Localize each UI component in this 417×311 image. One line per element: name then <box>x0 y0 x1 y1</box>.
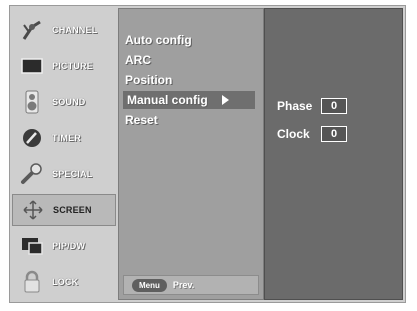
menu-item-position[interactable]: Position <box>125 71 172 89</box>
sidebar-item-label: SOUND <box>52 97 86 107</box>
phase-label: Phase <box>277 99 313 113</box>
menu-footer: Menu Prev. <box>123 275 259 295</box>
sidebar-item-special[interactable]: SPECIAL <box>12 158 116 190</box>
sidebar-item-lock[interactable]: LOCK <box>12 266 116 298</box>
screen-menu-panel: Auto config ARC Position Manual config R… <box>118 8 264 300</box>
sidebar-item-screen[interactable]: SCREEN <box>12 194 116 226</box>
menu-button[interactable]: Menu <box>132 278 167 292</box>
manual-config-panel: Phase 0 Clock 0 <box>264 8 403 300</box>
menu-item-manual-config[interactable]: Manual config <box>123 91 255 109</box>
menu-item-auto-config[interactable]: Auto config <box>125 31 192 49</box>
phase-value[interactable]: 0 <box>321 98 347 114</box>
prev-label: Prev. <box>172 280 195 290</box>
sidebar-item-pipdw[interactable]: PIP/DW <box>12 230 116 262</box>
sidebar-item-label: CHANNEL <box>52 25 98 35</box>
sidebar-item-label: SCREEN <box>53 205 92 215</box>
sidebar-item-picture[interactable]: PICTURE <box>12 50 116 82</box>
osd-window: CHANNEL PICTURE SOUND TIMER SPECIAL SCRE… <box>9 5 406 303</box>
sidebar-item-label: PIP/DW <box>52 241 86 251</box>
sidebar-item-sound[interactable]: SOUND <box>12 86 116 118</box>
speaker-icon <box>18 90 46 114</box>
menu-item-reset[interactable]: Reset <box>125 111 158 129</box>
sidebar-item-timer[interactable]: TIMER <box>12 122 116 154</box>
clock-value[interactable]: 0 <box>321 126 347 142</box>
clock-label: Clock <box>277 127 310 141</box>
sidebar-item-channel[interactable]: CHANNEL <box>12 14 116 46</box>
sidebar-item-label: SPECIAL <box>52 169 93 179</box>
phase-row: Phase 0 <box>277 97 347 115</box>
wrench-icon <box>18 163 46 185</box>
sidebar-item-label: TIMER <box>52 133 81 143</box>
sidebar: CHANNEL PICTURE SOUND TIMER SPECIAL SCRE… <box>12 8 116 300</box>
lock-icon <box>18 270 46 293</box>
menu-item-arc[interactable]: ARC <box>125 51 151 69</box>
screen-adjust-icon <box>19 199 47 221</box>
submenu-arrow-icon <box>222 95 229 105</box>
pip-icon <box>18 235 46 257</box>
tv-screen-icon <box>18 55 46 77</box>
sidebar-item-label: LOCK <box>52 277 79 287</box>
clock-row: Clock 0 <box>277 125 347 143</box>
clock-hand-icon <box>18 127 46 149</box>
antenna-icon <box>18 19 46 41</box>
menu-item-label: Manual config <box>127 93 208 107</box>
sidebar-item-label: PICTURE <box>52 61 93 71</box>
